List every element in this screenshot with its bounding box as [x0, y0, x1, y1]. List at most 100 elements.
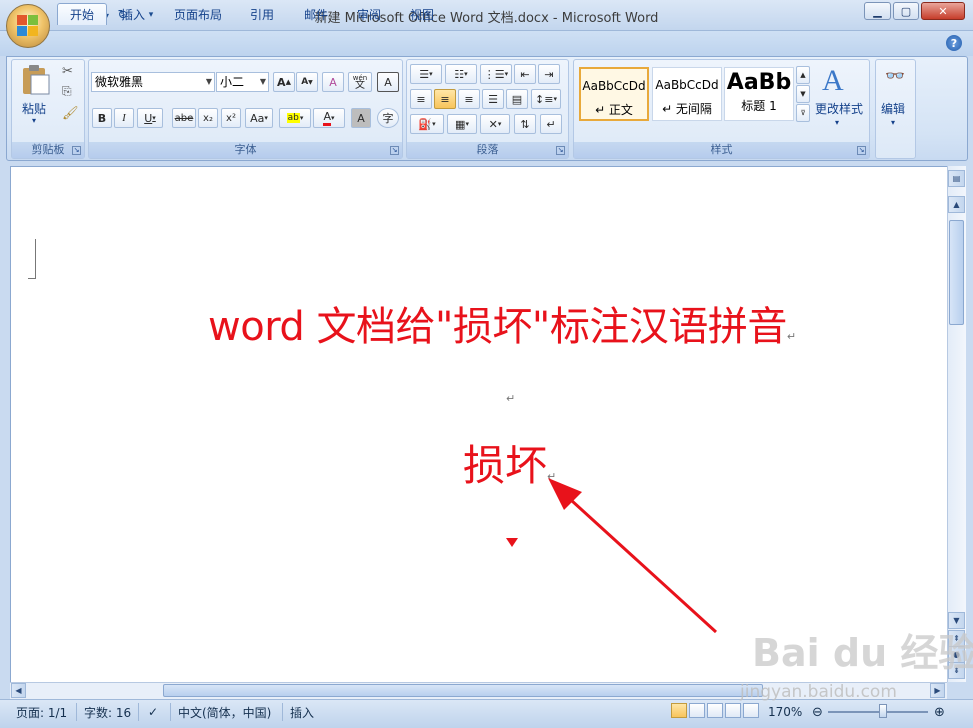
zoom-level[interactable]: 170%: [764, 703, 806, 721]
font-color-button[interactable]: A ▾: [313, 108, 345, 128]
editing-dropdown-icon[interactable]: ▾: [891, 118, 895, 127]
zoom-out-icon[interactable]: ⊖: [808, 703, 827, 721]
font-launcher-icon[interactable]: ↘: [390, 146, 399, 155]
ruler-toggle-icon[interactable]: ▤: [948, 170, 965, 187]
help-icon[interactable]: ?: [946, 35, 962, 51]
italic-button[interactable]: I: [114, 108, 134, 128]
full-screen-reading-view-icon[interactable]: [689, 703, 705, 718]
styles-more-icon[interactable]: ⊽: [796, 104, 810, 122]
tab-page-layout[interactable]: 页面布局: [162, 3, 234, 25]
grow-font-button[interactable]: A ▲: [273, 72, 295, 92]
scroll-right-icon[interactable]: ▶: [930, 683, 945, 698]
document-heading[interactable]: word 文档给"损坏"标注汉语拼音↵: [208, 294, 796, 352]
paste-icon[interactable]: [19, 64, 53, 96]
status-insert-mode[interactable]: 插入: [286, 703, 318, 721]
styles-scroll-up-icon[interactable]: ▲: [796, 66, 810, 84]
tab-insert[interactable]: 插入: [109, 3, 157, 25]
font-name-select[interactable]: 微软雅黑 ▼: [91, 72, 215, 92]
numbering-button[interactable]: ☷ ▾: [445, 64, 477, 84]
tab-home[interactable]: 开始: [57, 3, 108, 25]
status-page[interactable]: 页面: 1/1: [12, 703, 71, 721]
style-no-spacing[interactable]: AaBbCcDd ↵ 无间隔: [652, 67, 722, 121]
decrease-indent-button[interactable]: ⇤: [514, 64, 536, 84]
paint-bucket-icon: ⛽: [418, 117, 433, 131]
zoom-slider-handle[interactable]: [879, 704, 887, 718]
character-border-button[interactable]: A: [377, 72, 399, 92]
phonetic-guide-button[interactable]: wén 文: [348, 72, 372, 92]
scroll-left-icon[interactable]: ◀: [11, 683, 26, 698]
outline-view-icon[interactable]: [725, 703, 741, 718]
change-case-button[interactable]: Aa ▾: [245, 108, 273, 128]
proofing-icon[interactable]: ✓: [144, 703, 162, 721]
print-layout-view-icon[interactable]: [671, 703, 687, 718]
ribbon-tabs: [0, 31, 973, 56]
shading-button[interactable]: ⛽ ▾: [410, 114, 444, 134]
paste-label[interactable]: 粘贴: [22, 100, 46, 117]
change-styles-icon[interactable]: A: [822, 64, 844, 98]
tab-references[interactable]: 引用: [238, 3, 286, 25]
minimize-button[interactable]: ▁: [864, 2, 891, 20]
document-page[interactable]: [10, 166, 947, 682]
style-normal[interactable]: AaBbCcDd ↵ 正文: [579, 67, 649, 121]
justify-button[interactable]: ☰: [482, 89, 504, 109]
bold-button[interactable]: B: [92, 108, 112, 128]
styles-group-label: 样式: [574, 142, 869, 158]
clipboard-launcher-icon[interactable]: ↘: [72, 146, 81, 155]
format-painter-icon[interactable]: 🖌: [62, 106, 79, 121]
cut-icon[interactable]: ✂: [62, 64, 73, 79]
align-right-button[interactable]: ≡: [458, 89, 480, 109]
strikethrough-button[interactable]: abe: [172, 108, 196, 128]
vertical-scroll-thumb[interactable]: [949, 220, 964, 325]
tab-mailings[interactable]: 邮件: [292, 3, 340, 25]
styles-scroll-down-icon[interactable]: ▼: [796, 85, 810, 103]
multilevel-list-button[interactable]: ⋮☰ ▾: [480, 64, 512, 84]
editing-label[interactable]: 编辑: [881, 100, 905, 117]
web-layout-view-icon[interactable]: [707, 703, 723, 718]
distributed-button[interactable]: ▤: [506, 89, 528, 109]
tab-view[interactable]: 视图: [398, 3, 446, 25]
show-marks-button[interactable]: ↵: [540, 114, 562, 134]
styles-launcher-icon[interactable]: ↘: [857, 146, 866, 155]
empty-paragraph-mark: ↵: [506, 392, 516, 405]
character-shading-button[interactable]: A: [351, 108, 371, 128]
style-heading-1[interactable]: AaBb 标题 1: [724, 67, 794, 121]
borders-button[interactable]: ▦ ▾: [447, 114, 477, 134]
increase-indent-button[interactable]: ⇥: [538, 64, 560, 84]
status-language[interactable]: 中文(简体，中国): [174, 703, 275, 721]
office-button[interactable]: [6, 4, 50, 48]
style-heading-1-sample: AaBb: [726, 70, 792, 95]
binoculars-icon[interactable]: 👓: [885, 66, 905, 85]
status-separator: [170, 703, 171, 721]
zoom-in-icon[interactable]: ⊕: [930, 703, 949, 721]
maximize-button[interactable]: ▢: [893, 2, 919, 20]
document-word-text: 损坏: [463, 441, 548, 490]
scroll-up-icon[interactable]: ▲: [948, 196, 965, 213]
enclose-characters-button[interactable]: 字: [377, 108, 399, 128]
highlight-button[interactable]: ab ▾: [279, 108, 311, 128]
status-word-count[interactable]: 字数: 16: [80, 703, 135, 721]
draft-view-icon[interactable]: [743, 703, 759, 718]
paste-dropdown-icon[interactable]: ▾: [32, 116, 36, 125]
horizontal-scroll-thumb[interactable]: [163, 684, 763, 697]
align-center-button[interactable]: ≡: [434, 89, 456, 109]
line-spacing-button[interactable]: ↕≡ ▾: [531, 89, 561, 109]
close-button[interactable]: ✕: [921, 2, 965, 20]
clear-formatting-button[interactable]: A: [322, 72, 344, 92]
change-styles-label[interactable]: 更改样式: [815, 100, 863, 117]
copy-icon[interactable]: ⎘: [62, 84, 72, 99]
align-left-button[interactable]: ≡: [410, 89, 432, 109]
zoom-slider-track[interactable]: [828, 711, 928, 713]
change-styles-dropdown-icon[interactable]: ▾: [835, 118, 839, 127]
underline-button[interactable]: U ▾: [137, 108, 163, 128]
paragraph-launcher-icon[interactable]: ↘: [556, 146, 565, 155]
baidu-watermark-url: jingyan.baidu.com: [740, 682, 897, 702]
sort-button[interactable]: ⇅: [514, 114, 536, 134]
font-size-select[interactable]: 小二 ▼: [216, 72, 269, 92]
distributed-icon: ▤: [511, 92, 523, 106]
chinese-layout-button[interactable]: ✕ ▾: [480, 114, 510, 134]
shrink-font-button[interactable]: A ▼: [296, 72, 318, 92]
tab-review[interactable]: 审阅: [345, 3, 393, 25]
bullets-button[interactable]: ☰ ▾: [410, 64, 442, 84]
subscript-button[interactable]: x₂: [198, 108, 218, 128]
superscript-button[interactable]: x²: [221, 108, 241, 128]
